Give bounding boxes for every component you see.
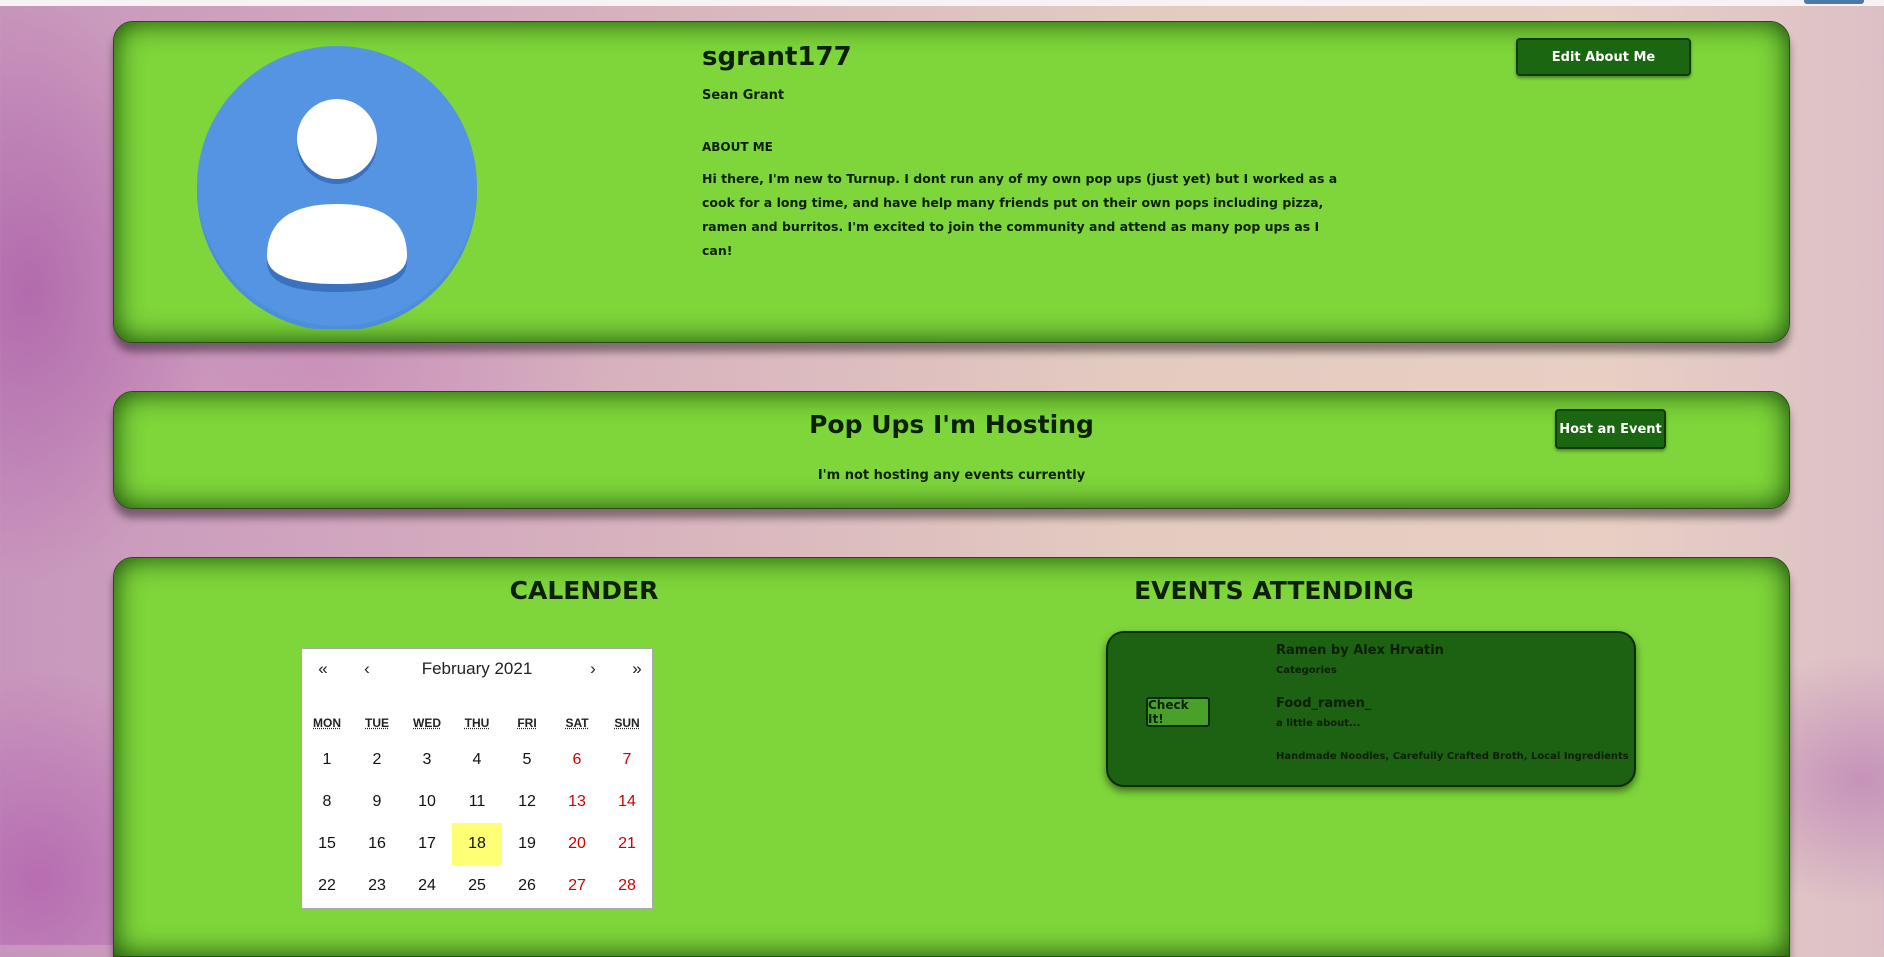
about-text: Hi there, I'm new to Turnup. I dont run … xyxy=(702,171,1338,258)
calendar-month-label[interactable]: February 2021 xyxy=(392,659,562,679)
username: sgrant177 xyxy=(702,42,852,72)
calendar-day-weekend[interactable]: 13 xyxy=(552,781,602,823)
about-heading: ABOUT ME xyxy=(702,140,773,154)
calendar-day-weekend[interactable]: 21 xyxy=(602,823,652,865)
calendar-day-weekend[interactable]: 14 xyxy=(602,781,652,823)
calendar-title: CALENDER xyxy=(509,576,659,605)
top-strip-button[interactable] xyxy=(1804,0,1864,4)
calendar-day[interactable]: 3 xyxy=(402,739,452,781)
calendar-events-panel: CALENDER EVENTS ATTENDING « ‹ February 2… xyxy=(113,557,1790,957)
hosting-title: Pop Ups I'm Hosting xyxy=(809,410,1094,439)
next-year-button[interactable]: » xyxy=(623,659,651,679)
weekday-wed: WED xyxy=(413,716,441,730)
calendar-day[interactable]: 5 xyxy=(502,739,552,781)
calendar-day-today[interactable]: 18 xyxy=(452,823,502,865)
calendar-day[interactable]: 26 xyxy=(502,865,552,907)
calendar-day[interactable]: 25 xyxy=(452,865,502,907)
event-tags: Handmade Noodles, Carefully Crafted Brot… xyxy=(1276,751,1629,762)
event-about: a little about... xyxy=(1276,718,1361,729)
calendar-day-weekend[interactable]: 7 xyxy=(602,739,652,781)
calendar-day[interactable]: 4 xyxy=(452,739,502,781)
user-avatar-icon xyxy=(195,44,480,331)
calendar-day[interactable]: 12 xyxy=(502,781,552,823)
calendar-day[interactable]: 9 xyxy=(352,781,402,823)
calendar-day-weekend[interactable]: 27 xyxy=(552,865,602,907)
weekday-thu: THU xyxy=(464,716,490,730)
weekday-sat: SAT xyxy=(565,716,589,730)
calendar-day[interactable]: 22 xyxy=(302,865,352,907)
calendar-widget: « ‹ February 2021 › » MON TUE WED THU FR… xyxy=(301,648,653,909)
calendar-day[interactable]: 10 xyxy=(402,781,452,823)
calendar-day[interactable]: 1 xyxy=(302,739,352,781)
calendar-day-weekend[interactable]: 20 xyxy=(552,823,602,865)
profile-panel: sgrant177 Sean Grant ABOUT ME Hi there, … xyxy=(113,21,1790,343)
host-event-button[interactable]: Host an Event xyxy=(1555,409,1666,449)
prev-year-button[interactable]: « xyxy=(309,659,337,679)
edit-about-button[interactable]: Edit About Me xyxy=(1516,38,1691,76)
weekday-sun: SUN xyxy=(614,716,640,730)
check-it-button[interactable]: Check It! xyxy=(1146,697,1210,727)
calendar-day[interactable]: 17 xyxy=(402,823,452,865)
calendar-day[interactable]: 16 xyxy=(352,823,402,865)
events-attending-title: EVENTS ATTENDING xyxy=(1134,576,1414,605)
calendar-day-weekend[interactable]: 6 xyxy=(552,739,602,781)
weekday-tue: TUE xyxy=(365,716,389,730)
calendar-day[interactable]: 11 xyxy=(452,781,502,823)
calendar-day[interactable]: 19 xyxy=(502,823,552,865)
event-categories: Categories xyxy=(1276,665,1337,676)
hosting-empty-message: I'm not hosting any events currently xyxy=(817,468,1086,483)
browser-top-strip xyxy=(0,0,1884,6)
calendar-day-weekend[interactable]: 28 xyxy=(602,865,652,907)
event-name: Ramen by Alex Hrvatin xyxy=(1276,643,1444,658)
event-handle: Food_ramen_ xyxy=(1276,696,1372,711)
hosting-panel: Pop Ups I'm Hosting I'm not hosting any … xyxy=(113,391,1790,509)
calendar-day[interactable]: 8 xyxy=(302,781,352,823)
weekday-fri: FRI xyxy=(517,716,537,730)
calendar-day[interactable]: 15 xyxy=(302,823,352,865)
calendar-day[interactable]: 2 xyxy=(352,739,402,781)
full-name: Sean Grant xyxy=(702,88,785,103)
calendar-day[interactable]: 24 xyxy=(402,865,452,907)
next-month-button[interactable]: › xyxy=(579,659,607,679)
prev-month-button[interactable]: ‹ xyxy=(353,659,381,679)
weekday-mon: MON xyxy=(313,716,341,730)
calendar-day[interactable]: 23 xyxy=(352,865,402,907)
event-card: Check It! Ramen by Alex Hrvatin Categori… xyxy=(1106,631,1636,787)
